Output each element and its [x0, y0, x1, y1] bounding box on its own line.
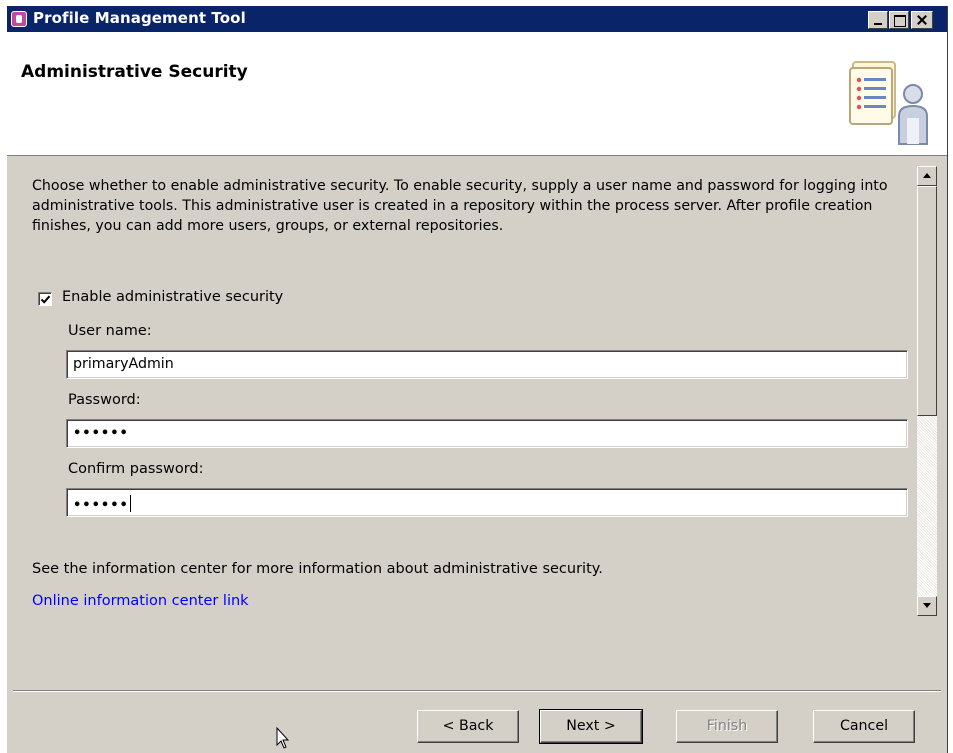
information-center-link[interactable]: Online information center link — [32, 593, 249, 609]
window-title: Profile Management Tool — [33, 9, 246, 27]
password-value: •••••• — [73, 426, 129, 441]
checkmark-icon — [40, 295, 51, 304]
security-admin-icon — [849, 61, 928, 145]
header-banner: Administrative Security — [7, 32, 947, 156]
username-label: User name: — [68, 323, 152, 339]
mouse-pointer-icon — [276, 727, 290, 749]
scroll-up-button[interactable] — [917, 166, 937, 186]
arrow-down-icon — [923, 603, 931, 608]
app-icon — [11, 11, 27, 27]
scroll-down-button[interactable] — [917, 596, 937, 616]
vertical-scrollbar[interactable] — [917, 166, 937, 616]
enable-security-label: Enable administrative security — [62, 289, 284, 305]
close-button[interactable] — [911, 11, 933, 29]
enable-security-checkbox[interactable] — [38, 292, 52, 306]
username-field[interactable]: primaryAdmin — [66, 350, 908, 379]
confirm-password-label: Confirm password: — [68, 461, 204, 477]
info-text: See the information center for more info… — [32, 561, 603, 577]
finish-button[interactable]: Finish — [676, 710, 778, 743]
cancel-button[interactable]: Cancel — [813, 710, 915, 743]
title-bar[interactable]: Profile Management Tool — [7, 6, 947, 32]
password-field[interactable]: •••••• — [66, 419, 908, 448]
scroll-thumb[interactable] — [917, 186, 937, 416]
arrow-up-icon — [923, 173, 931, 178]
text-caret — [129, 495, 131, 512]
minimize-button[interactable] — [868, 11, 888, 29]
profile-management-window: Profile Management Tool Administrative S… — [6, 6, 948, 753]
scroll-track[interactable] — [917, 416, 937, 596]
description-text: Choose whether to enable administrative … — [32, 178, 888, 234]
confirm-password-field[interactable]: •••••• — [66, 488, 908, 517]
username-value: primaryAdmin — [73, 356, 174, 372]
page-title: Administrative Security — [21, 62, 248, 82]
back-button[interactable]: < Back — [417, 710, 519, 743]
confirm-password-value: •••••• — [73, 498, 129, 513]
footer-divider — [13, 690, 941, 692]
maximize-button[interactable] — [889, 11, 909, 29]
password-label: Password: — [68, 392, 141, 408]
next-button[interactable]: Next > — [539, 709, 643, 744]
